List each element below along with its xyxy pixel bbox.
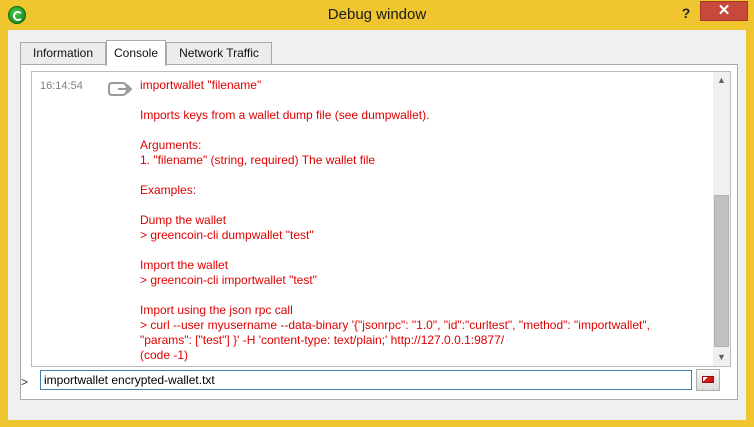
tab-network-traffic[interactable]: Network Traffic xyxy=(166,42,272,64)
console-output-line: importwallet "filename" xyxy=(140,78,262,92)
window-title: Debug window xyxy=(327,6,427,23)
prompt-symbol: > xyxy=(21,375,29,389)
console-output-line: Dump the wallet xyxy=(140,213,227,227)
console-output-line: > greencoin-cli dumpwallet "test" xyxy=(140,228,314,242)
console-pane: 16:14:54 importwallet "filename" Imports… xyxy=(20,64,738,400)
scroll-down-arrow-icon[interactable]: ▼ xyxy=(713,349,730,366)
console-message-text: importwallet "filename" Imports keys fro… xyxy=(140,78,708,363)
title-bar[interactable]: Debug window ? ✕ xyxy=(0,0,754,30)
dialog-body: Information Console Network Traffic 16:1… xyxy=(8,30,746,420)
output-scrollbar[interactable]: ▲ ▼ xyxy=(713,72,730,366)
console-output[interactable]: 16:14:54 importwallet "filename" Imports… xyxy=(31,71,731,367)
scrollbar-thumb[interactable] xyxy=(714,195,729,347)
reply-arrow-icon xyxy=(108,82,132,96)
close-button[interactable]: ✕ xyxy=(700,1,748,21)
console-output-line: Import using the json rpc call xyxy=(140,303,293,317)
eraser-icon xyxy=(702,376,714,383)
console-output-line: > curl --user myusername --data-binary '… xyxy=(140,318,650,332)
console-output-line: Import the wallet xyxy=(140,258,229,272)
help-button[interactable]: ? xyxy=(676,3,696,23)
console-output-line: 1. "filename" (string, required) The wal… xyxy=(140,153,376,167)
console-output-line: Arguments: xyxy=(140,138,202,152)
console-output-line: > greencoin-cli importwallet "test" xyxy=(140,273,317,287)
console-output-line: Imports keys from a wallet dump file (se… xyxy=(140,108,430,122)
tab-information[interactable]: Information xyxy=(20,42,106,64)
console-output-line: (code -1) xyxy=(140,348,189,362)
tab-console[interactable]: Console xyxy=(106,40,166,66)
message-timestamp: 16:14:54 xyxy=(40,80,83,92)
console-output-line: Examples: xyxy=(140,183,197,197)
scroll-up-arrow-icon[interactable]: ▲ xyxy=(713,72,730,89)
clear-console-button[interactable] xyxy=(696,369,720,391)
console-command-input[interactable] xyxy=(40,370,692,390)
debug-window: Debug window ? ✕ Information Console Net… xyxy=(0,0,754,427)
console-output-line: "params": ["test"] }' -H 'content-type: … xyxy=(140,333,505,347)
